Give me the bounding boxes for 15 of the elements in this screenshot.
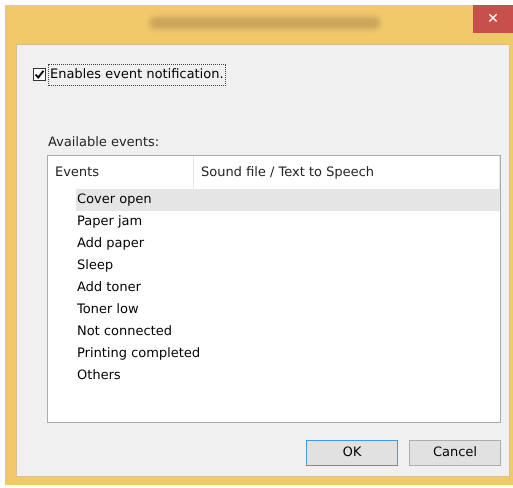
cancel-button[interactable]: Cancel [409,440,501,466]
event-row[interactable]: Paper jam [76,211,500,233]
event-row[interactable]: Toner low [76,299,500,321]
event-row[interactable]: Not connected [76,321,500,343]
event-row[interactable]: Sleep [76,255,500,277]
ok-button[interactable]: OK [306,440,398,466]
event-row[interactable]: Cover open [76,189,500,211]
event-row[interactable]: Add toner [76,277,500,299]
event-row[interactable]: Add paper [76,233,500,255]
event-row[interactable]: Others [76,365,500,387]
close-button[interactable]: ✕ [473,5,513,33]
events-label: Available events: [48,134,160,152]
checkbox[interactable] [33,68,46,82]
event-row[interactable]: Printing completed [76,343,500,365]
checkbox-label: Enables event notification. [48,64,226,86]
